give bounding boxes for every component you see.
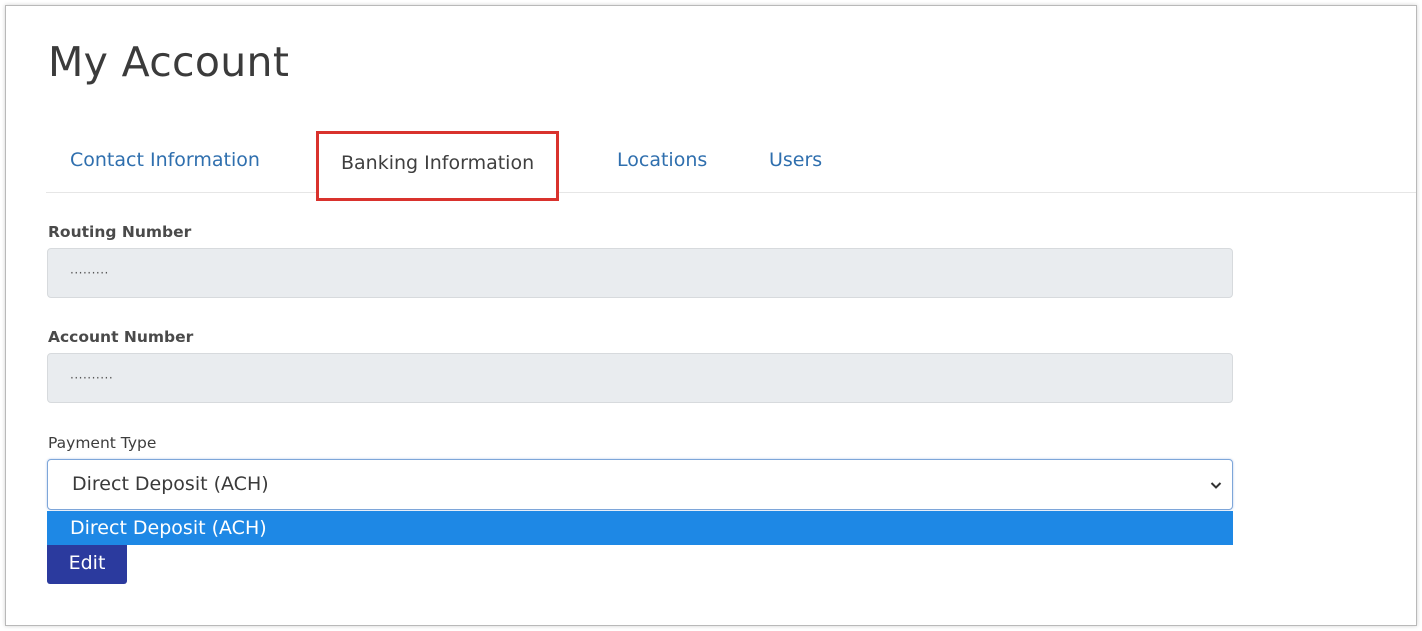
chevron-down-icon: [1210, 460, 1222, 509]
payment-type-label: Payment Type: [48, 434, 157, 452]
edit-button[interactable]: Edit: [47, 542, 127, 584]
routing-number-label: Routing Number: [48, 223, 192, 241]
account-number-field[interactable]: ··········: [47, 353, 1233, 403]
tab-bar: Contact Information Banking Information …: [46, 128, 1416, 201]
tab-locations[interactable]: Locations: [617, 128, 707, 192]
payment-type-select[interactable]: Direct Deposit (ACH): [47, 459, 1233, 510]
payment-type-selected-value: Direct Deposit (ACH): [72, 473, 269, 495]
payment-type-dropdown: Direct Deposit (ACH): [47, 511, 1233, 545]
tab-users[interactable]: Users: [769, 128, 822, 192]
tab-contact-information[interactable]: Contact Information: [70, 128, 260, 192]
routing-number-field[interactable]: ·········: [47, 248, 1233, 298]
account-panel: My Account Contact Information Banking I…: [5, 5, 1417, 626]
page-title: My Account: [48, 38, 290, 86]
account-number-label: Account Number: [48, 328, 194, 346]
tab-banking-information[interactable]: Banking Information: [316, 131, 560, 201]
dropdown-option-direct-deposit[interactable]: Direct Deposit (ACH): [70, 511, 267, 545]
